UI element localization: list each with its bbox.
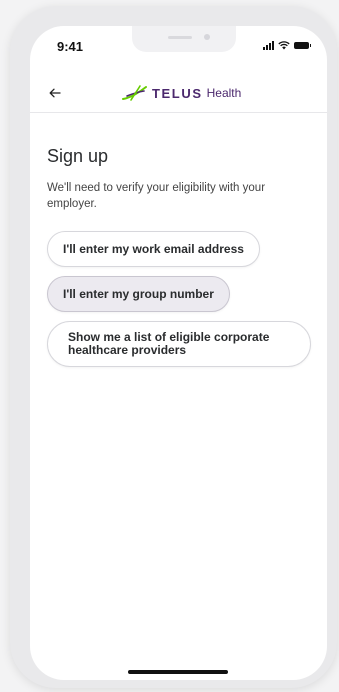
telus-health-logo: TELUS Health [122,83,241,103]
status-time: 9:41 [57,39,84,54]
back-button[interactable] [42,80,68,106]
phone-frame: 9:41 TELUS Health Sign up We'll need to … [10,6,337,688]
status-icons [263,41,311,50]
status-bar: 9:41 [30,26,327,66]
provider-list-option-button[interactable]: Show me a list of eligible corporate hea… [47,321,311,367]
page-title: Sign up [47,146,109,166]
page-subtitle: We'll need to verify your eligibility wi… [47,182,266,210]
group-number-option-button[interactable]: I'll enter my group number [47,276,230,312]
logo-product-text: Health [206,86,242,100]
signal-icon [263,41,274,50]
app-screen: 9:41 TELUS Health Sign up We'll need to … [30,26,327,680]
work-email-option-button[interactable]: I'll enter my work email address [47,231,260,267]
signup-content: Sign up We'll need to verify your eligib… [47,146,317,376]
option-list: I'll enter my work email address I'll en… [47,231,317,376]
wifi-icon [278,41,290,50]
arrow-left-icon [49,88,61,98]
top-navigation: TELUS Health [30,74,327,113]
home-indicator[interactable] [128,670,228,674]
battery-icon [294,42,311,49]
telus-swoosh-icon [122,85,147,101]
logo-brand-text: TELUS [152,85,203,101]
